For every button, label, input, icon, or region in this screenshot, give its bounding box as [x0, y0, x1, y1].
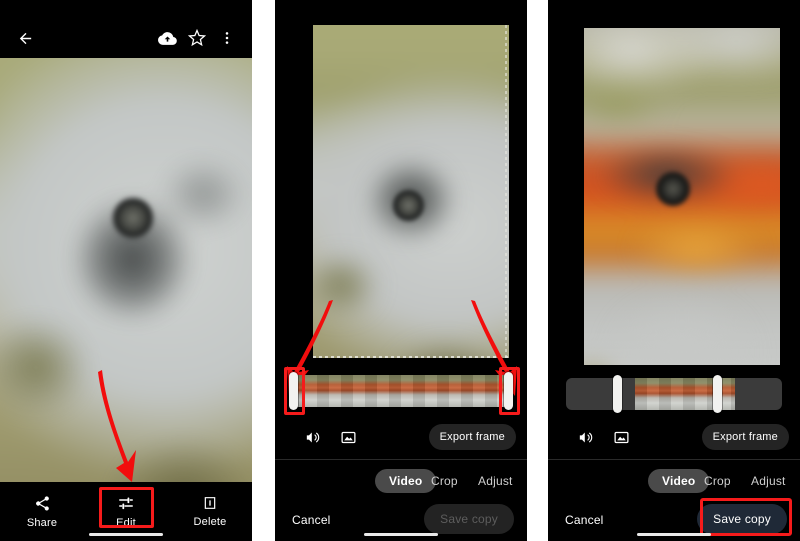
home-indicator	[364, 533, 438, 536]
highlight-box-right-handle	[499, 367, 520, 415]
editor-tabs: Video Crop Adjust	[548, 468, 800, 500]
tab-adjust[interactable]: Adjust	[751, 469, 786, 493]
tab-video[interactable]: Video	[648, 469, 710, 493]
annotation-arrow-to-edit	[98, 370, 136, 482]
star-outline-icon[interactable]	[182, 26, 212, 50]
export-frame-button[interactable]: Export frame	[428, 424, 516, 450]
panel-video-editor-trimmed: Export frame Video Crop Adjust Cancel Sa…	[548, 0, 800, 541]
screenshot-stage: Share Edit Delete Export frame Video Cro…	[0, 0, 800, 541]
volume-speaker-icon[interactable]	[572, 424, 598, 450]
trash-icon	[204, 497, 216, 509]
save-copy-button[interactable]: Save copy	[424, 504, 514, 534]
video-timeline[interactable]	[548, 375, 800, 414]
editor-tools-row: Export frame	[548, 422, 800, 456]
tab-adjust[interactable]: Adjust	[478, 469, 513, 493]
section-divider	[548, 459, 800, 460]
highlight-box-save-copy	[700, 498, 792, 536]
share-icon	[35, 495, 49, 511]
editor-tools-row: Export frame	[275, 422, 527, 456]
tab-crop[interactable]: Crop	[431, 469, 458, 493]
export-frame-button[interactable]: Export frame	[701, 424, 789, 450]
section-divider	[275, 459, 527, 460]
delete-label: Delete	[193, 516, 227, 528]
editor-tabs: Video Crop Adjust	[275, 468, 527, 500]
volume-speaker-icon[interactable]	[299, 424, 325, 450]
stabilize-frame-icon[interactable]	[608, 424, 634, 450]
panel-gap-1	[252, 0, 275, 541]
share-button[interactable]: Share	[0, 488, 84, 536]
cancel-button[interactable]: Cancel	[292, 508, 331, 532]
highlight-box-edit	[99, 487, 154, 528]
tyre-detail	[393, 190, 424, 221]
back-arrow-icon[interactable]	[10, 26, 40, 50]
home-indicator	[637, 533, 711, 536]
panel-photo-viewer: Share Edit Delete	[0, 0, 252, 541]
panel-gap-2	[527, 0, 548, 541]
share-label: Share	[26, 516, 58, 529]
trim-handle-right[interactable]	[713, 375, 722, 413]
trim-handle-left[interactable]	[613, 375, 622, 413]
delete-button[interactable]: Delete	[168, 488, 252, 536]
tyre-detail	[113, 198, 153, 238]
highlight-box-left-handle	[284, 367, 305, 415]
timeline-filmstrip	[293, 375, 509, 407]
cancel-button[interactable]: Cancel	[565, 508, 604, 532]
timeline-track[interactable]	[566, 378, 782, 410]
timeline-track[interactable]	[293, 375, 509, 407]
stabilize-frame-icon[interactable]	[335, 424, 361, 450]
viewer-top-bar	[0, 0, 252, 58]
cloud-upload-icon[interactable]	[152, 26, 182, 50]
tyre-detail	[656, 172, 690, 206]
home-indicator	[89, 533, 163, 536]
more-vertical-icon[interactable]	[212, 26, 242, 50]
tab-crop[interactable]: Crop	[704, 469, 731, 493]
panel-video-editor-untrimmed: Export frame Video Crop Adjust Cancel Sa…	[275, 0, 527, 541]
tab-video[interactable]: Video	[375, 469, 437, 493]
video-timeline[interactable]	[275, 372, 527, 411]
